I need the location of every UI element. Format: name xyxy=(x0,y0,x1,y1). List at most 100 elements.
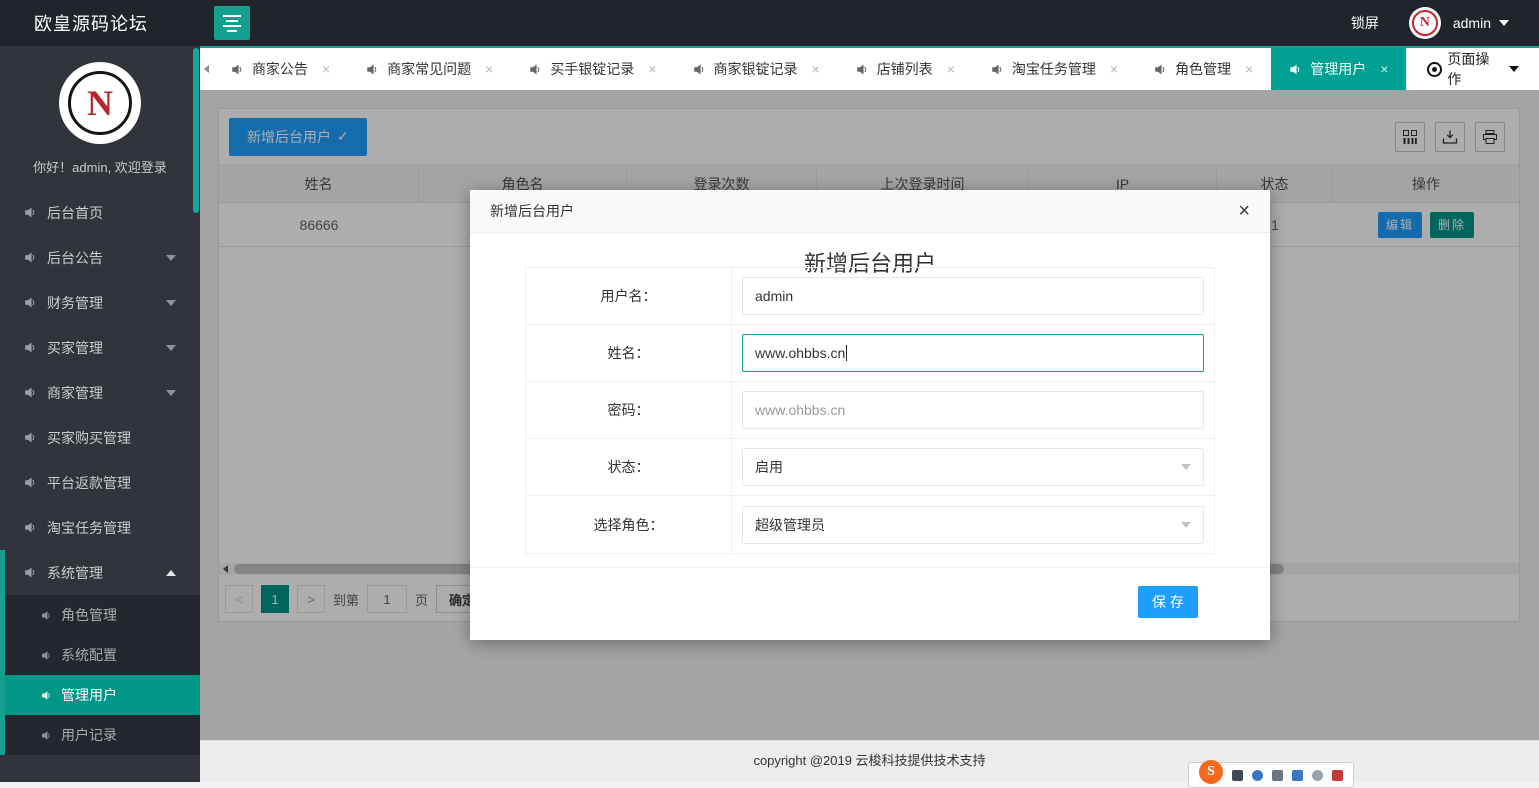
sidebar-item-platform-refunds[interactable]: 平台返款管理 xyxy=(0,460,200,505)
sidebar-item-label: 买家购买管理 xyxy=(47,428,131,448)
target-dot-icon xyxy=(1427,62,1442,77)
close-icon[interactable]: × xyxy=(648,62,656,76)
tab-merchant-announcement[interactable]: 商家公告 × xyxy=(213,48,348,90)
speaker-icon xyxy=(41,610,52,621)
sidebar-subitem-user-records[interactable]: 用户记录 xyxy=(5,715,200,755)
speaker-icon xyxy=(24,566,37,579)
page-operations-label: 页面操作 xyxy=(1447,49,1503,89)
speaker-icon xyxy=(41,650,52,661)
status-select[interactable]: 启用 xyxy=(742,448,1204,486)
speaker-icon xyxy=(24,431,37,444)
speaker-icon xyxy=(366,63,379,76)
sidebar-item-buyer-purchases[interactable]: 买家购买管理 xyxy=(0,415,200,460)
admin-user-form: 用户名： admin 姓名： www.ohbbs.cn 密码： www.ohbb… xyxy=(525,267,1215,554)
sidebar-subitem-label: 角色管理 xyxy=(61,605,117,625)
close-icon[interactable]: × xyxy=(485,62,493,76)
sidebar-subitem-roles[interactable]: 角色管理 xyxy=(5,595,200,635)
sidebar-item-label: 淘宝任务管理 xyxy=(47,518,131,538)
tab-label: 商家常见问题 xyxy=(387,59,471,79)
tab-shop-list[interactable]: 店铺列表 × xyxy=(838,48,973,90)
hamburger-menu-icon[interactable] xyxy=(214,6,250,40)
speaker-icon xyxy=(529,63,542,76)
browser-toolbar-widget: S xyxy=(1188,762,1354,788)
chevron-down-icon xyxy=(166,390,176,396)
tab-label: 商家公告 xyxy=(252,59,308,79)
sidebar-subitem-label: 用户记录 xyxy=(61,725,117,745)
widget-icon[interactable] xyxy=(1312,770,1323,781)
sidebar-item-buyers[interactable]: 买家管理 xyxy=(0,325,200,370)
modal-footer-divider xyxy=(470,567,1270,568)
save-button[interactable]: 保 存 xyxy=(1138,586,1198,618)
tab-admin-users[interactable]: 管理用户 × xyxy=(1271,48,1406,90)
name-label: 姓名： xyxy=(526,325,732,381)
chevron-down-icon xyxy=(1181,522,1191,528)
tab-taobao-task-management[interactable]: 淘宝任务管理 × xyxy=(973,48,1136,90)
sidebar-item-taobao-tasks[interactable]: 淘宝任务管理 xyxy=(0,505,200,550)
tab-merchant-faq[interactable]: 商家常见问题 × xyxy=(348,48,511,90)
name-input[interactable]: www.ohbbs.cn xyxy=(742,334,1204,372)
sidebar-menu: 后台首页 后台公告 财务管理 买家管理 商家管理 买家购买管理 平台 xyxy=(0,190,200,755)
speaker-icon xyxy=(24,521,37,534)
close-icon[interactable]: × xyxy=(1245,62,1253,76)
tab-label: 管理用户 xyxy=(1310,59,1366,79)
close-icon[interactable]: × xyxy=(947,62,955,76)
password-input[interactable]: www.ohbbs.cn xyxy=(742,391,1204,429)
close-icon[interactable]: × xyxy=(322,62,330,76)
sidebar-subitem-admin-users[interactable]: 管理用户 xyxy=(5,675,200,715)
widget-icon[interactable] xyxy=(1272,770,1283,781)
speaker-icon xyxy=(41,730,52,741)
sidebar-item-announcements[interactable]: 后台公告 xyxy=(0,235,200,280)
tab-role-management[interactable]: 角色管理 × xyxy=(1136,48,1271,90)
browser-logo-icon[interactable]: S xyxy=(1199,760,1223,784)
welcome-greeting: 你好！admin, 欢迎登录 xyxy=(0,157,200,176)
chevron-down-icon[interactable] xyxy=(1499,20,1509,26)
close-icon[interactable]: × xyxy=(1110,62,1118,76)
form-row-password: 密码： www.ohbbs.cn xyxy=(526,382,1214,439)
sidebar-scrollbar-thumb[interactable] xyxy=(193,48,199,213)
chevron-down-icon xyxy=(1181,464,1191,470)
sidebar-item-system-management[interactable]: 系统管理 xyxy=(5,550,200,595)
sidebar-item-merchants[interactable]: 商家管理 xyxy=(0,370,200,415)
tab-merchant-ingot-records[interactable]: 商家银锭记录 × xyxy=(675,48,838,90)
speaker-icon xyxy=(24,296,37,309)
widget-icon[interactable] xyxy=(1292,770,1303,781)
sidebar-item-label: 平台返款管理 xyxy=(47,473,131,493)
sidebar-item-label: 后台首页 xyxy=(47,203,103,223)
password-value: www.ohbbs.cn xyxy=(755,402,845,418)
speaker-icon xyxy=(856,63,869,76)
sidebar-item-label: 商家管理 xyxy=(47,383,103,403)
tab-scroll-left-icon[interactable] xyxy=(200,48,213,90)
role-label: 选择角色： xyxy=(526,496,732,553)
avatar[interactable]: N xyxy=(1409,7,1441,39)
page-operations-dropdown[interactable]: 页面操作 xyxy=(1406,48,1539,90)
status-label: 状态： xyxy=(526,439,732,495)
sidebar: N 你好！admin, 欢迎登录 后台首页 后台公告 财务管理 买家管理 商家管… xyxy=(0,46,200,782)
role-select[interactable]: 超级管理员 xyxy=(742,506,1204,544)
sidebar-item-dashboard[interactable]: 后台首页 xyxy=(0,190,200,235)
close-icon[interactable]: × xyxy=(1380,62,1388,76)
chevron-down-icon xyxy=(166,300,176,306)
tab-buyer-ingot-records[interactable]: 买手银锭记录 × xyxy=(511,48,674,90)
sidebar-item-label: 系统管理 xyxy=(47,563,103,583)
status-value: 启用 xyxy=(755,457,783,477)
widget-icon[interactable] xyxy=(1332,770,1343,781)
close-icon[interactable]: × xyxy=(1238,201,1250,221)
speaker-icon xyxy=(41,690,52,701)
chevron-down-icon xyxy=(166,255,176,261)
sidebar-subitem-system-config[interactable]: 系统配置 xyxy=(5,635,200,675)
speaker-icon xyxy=(24,386,37,399)
speaker-icon xyxy=(231,63,244,76)
username[interactable]: admin xyxy=(1453,15,1491,31)
lock-screen-button[interactable]: 锁屏 xyxy=(1351,13,1379,33)
avatar-letter: N xyxy=(1420,16,1430,30)
sidebar-item-finance[interactable]: 财务管理 xyxy=(0,280,200,325)
close-icon[interactable]: × xyxy=(812,62,820,76)
text-cursor xyxy=(846,345,847,361)
site-logo: N xyxy=(59,62,141,144)
widget-icon[interactable] xyxy=(1252,770,1263,781)
widget-icon[interactable] xyxy=(1232,770,1243,781)
sidebar-item-label: 财务管理 xyxy=(47,293,103,313)
username-input[interactable]: admin xyxy=(742,277,1204,315)
username-label: 用户名： xyxy=(526,268,732,324)
role-value: 超级管理员 xyxy=(755,515,825,535)
